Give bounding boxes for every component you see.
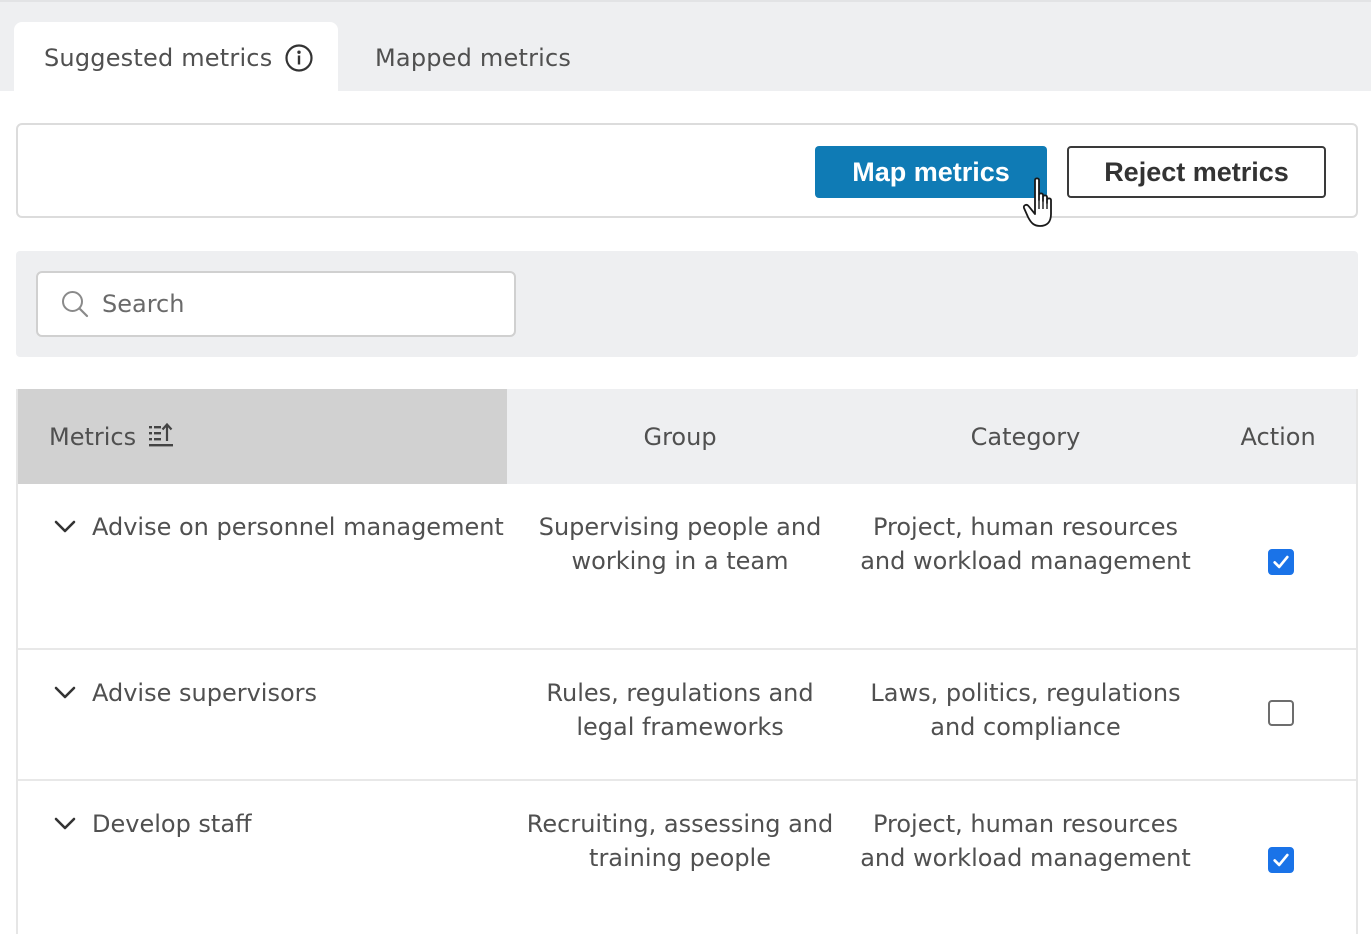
column-header-group: Group — [643, 422, 717, 451]
tab-mapped-metrics[interactable]: Mapped metrics — [338, 22, 571, 93]
tab-bar: Suggested metrics Mapped metrics — [0, 0, 1371, 93]
metrics-page: Suggested metrics Mapped metrics Map met… — [0, 0, 1371, 934]
column-header-metrics[interactable]: Metrics — [18, 389, 508, 484]
search-box[interactable] — [36, 271, 516, 337]
bulk-action-bar: Map metrics Reject metrics — [16, 123, 1358, 227]
category-cell: Project, human resources and workload ma… — [860, 513, 1191, 575]
action-cell — [1198, 781, 1356, 934]
action-cell — [1198, 484, 1356, 648]
column-header-category: Category — [970, 422, 1081, 451]
chevron-down-icon[interactable] — [52, 514, 78, 540]
select-checkbox[interactable] — [1268, 700, 1295, 726]
select-checkbox[interactable] — [1268, 549, 1295, 575]
group-cell: Rules, regulations and legal frameworks — [546, 679, 814, 741]
chevron-down-icon[interactable] — [52, 680, 78, 706]
category-cell: Project, human resources and workload ma… — [860, 810, 1191, 872]
metric-name: Advise supervisors — [92, 679, 318, 707]
column-header-action: Action — [1240, 422, 1316, 451]
sort-ascending-icon[interactable] — [148, 422, 174, 448]
metrics-table: Metrics Group Category Action Advise on … — [16, 389, 1358, 934]
table-header: Metrics Group Category Action — [18, 389, 1356, 484]
checkmark-icon — [1273, 853, 1289, 867]
metric-cell: Advise supervisors — [18, 650, 507, 779]
tab-label: Suggested metrics — [44, 43, 273, 72]
metric-cell: Develop staff — [18, 781, 507, 934]
table-row: Advise supervisors Rules, regulations an… — [18, 650, 1356, 781]
metric-name: Develop staff — [92, 810, 252, 838]
info-icon[interactable] — [284, 43, 314, 73]
category-cell: Laws, politics, regulations and complian… — [870, 679, 1181, 741]
metric-name: Advise on personnel management — [92, 513, 504, 541]
table-row: Advise on personnel management Supervisi… — [18, 484, 1356, 650]
search-icon — [62, 291, 89, 318]
map-metrics-button[interactable]: Map metrics — [815, 146, 1047, 198]
checkmark-icon — [1273, 555, 1289, 569]
chevron-down-icon[interactable] — [52, 811, 78, 837]
group-cell: Supervising people and working in a team — [538, 513, 822, 575]
action-cell — [1198, 650, 1356, 779]
tab-label: Mapped metrics — [375, 43, 572, 72]
tab-suggested-metrics[interactable]: Suggested metrics — [14, 22, 338, 93]
search-input[interactable] — [102, 290, 482, 318]
select-checkbox[interactable] — [1268, 847, 1295, 873]
metric-cell: Advise on personnel management — [18, 484, 507, 648]
column-header-label: Metrics — [49, 422, 137, 451]
reject-metrics-button[interactable]: Reject metrics — [1067, 146, 1326, 198]
group-cell: Recruiting, assessing and training peopl… — [526, 810, 834, 872]
search-panel — [16, 251, 1358, 357]
table-row: Develop staff Recruiting, assessing and … — [18, 781, 1356, 934]
